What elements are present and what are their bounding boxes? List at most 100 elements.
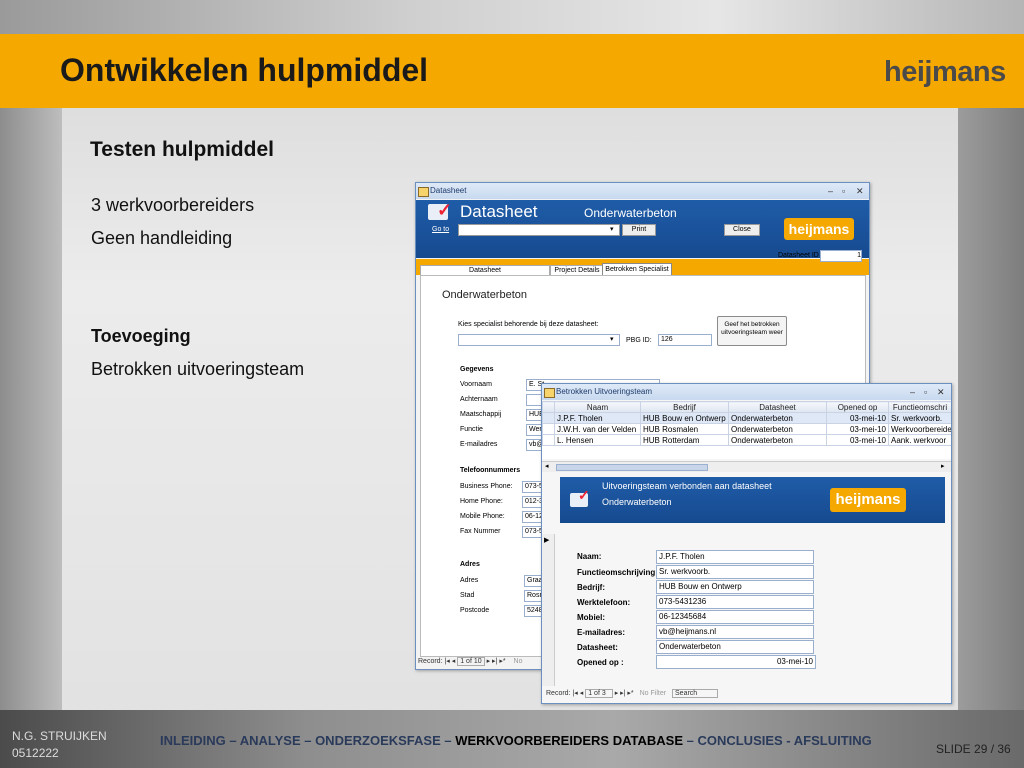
heijmans-logo: heijmans: [884, 56, 1006, 88]
col-opened-op[interactable]: Opened op: [826, 401, 889, 413]
cell[interactable]: HUB Bouw en Ontwerp: [640, 412, 729, 424]
field-werktelefoon[interactable]: 073-5431236: [656, 595, 814, 609]
checkmark-icon: ✓: [578, 487, 590, 503]
addition-text: Betrokken uitvoeringsteam: [91, 359, 305, 379]
cell[interactable]: Aank. werkvoor: [888, 434, 951, 446]
label-adres: Adres: [460, 577, 479, 584]
team-window-title: Betrokken Uitvoeringsteam: [556, 387, 653, 396]
field-emailadres[interactable]: vb@heijmans.nl: [656, 625, 814, 639]
row-selector[interactable]: [542, 434, 555, 446]
give-team-button[interactable]: Geef het betrokken uitvoeringsteam weer: [717, 316, 787, 346]
print-label: Print: [631, 226, 647, 233]
label-stad: Stad: [460, 592, 475, 599]
cell[interactable]: Onderwaterbeton: [728, 434, 827, 446]
label-opened-op: Opened op :: [577, 658, 624, 667]
cell[interactable]: J.W.H. van der Velden: [554, 423, 641, 435]
cell[interactable]: Onderwaterbeton: [728, 412, 827, 424]
maximize-icon[interactable]: ▫: [842, 183, 845, 199]
field-opened-op[interactable]: 03-mei-10: [656, 655, 816, 669]
cell[interactable]: L. Hensen: [554, 434, 641, 446]
checkmark-icon: ✓: [437, 200, 453, 220]
label-bedrijf: Bedrijf:: [577, 583, 605, 592]
close-icon[interactable]: ✕: [856, 183, 864, 199]
nofilter-label[interactable]: No: [514, 658, 523, 665]
heijmans-logo-small: heijmans: [830, 488, 906, 512]
heijmans-logo-small: heijmans: [784, 218, 854, 240]
datasheet-id-field[interactable]: 1: [820, 250, 862, 262]
col-naam[interactable]: Naam: [554, 401, 641, 413]
field-functieomschrijving[interactable]: Sr. werkvoorb.: [656, 565, 814, 579]
pbg-label: PBG ID:: [626, 337, 652, 344]
minimize-icon[interactable]: –: [910, 384, 915, 400]
cell[interactable]: HUB Rosmalen: [640, 423, 729, 435]
nav-before: INLEIDING – ANALYSE – ONDERZOEKSFASE –: [160, 733, 452, 748]
maximize-icon[interactable]: ▫: [924, 384, 927, 400]
addition-heading: Toevoeging: [91, 326, 191, 346]
group-telefoon: Telefoonnummers: [460, 467, 521, 474]
label-achternaam: Achternaam: [460, 396, 498, 403]
horizontal-scrollbar[interactable]: ◂ ▸: [542, 461, 951, 472]
table-row[interactable]: J.W.H. van der Velden HUB Rosmalen Onder…: [542, 423, 951, 435]
specialist-dropdown-icon[interactable]: ▾: [610, 335, 614, 343]
label-postcode: Postcode: [460, 607, 490, 614]
col-functie[interactable]: Functieomschri: [888, 401, 951, 413]
scroll-right-icon[interactable]: ▸: [941, 462, 945, 470]
record-navigator: Record: |◂ ◂ 1 of 3 ▸ ▸| ▸* No Filter Se…: [546, 689, 946, 698]
close-icon[interactable]: ✕: [937, 384, 945, 400]
form-title: Onderwaterbeton: [442, 289, 527, 301]
next-record-icon[interactable]: ▸ ▸| ▸*: [487, 658, 508, 665]
minimize-icon[interactable]: –: [828, 183, 833, 199]
slide-title: Ontwikkelen hulpmiddel: [60, 52, 429, 88]
scroll-thumb[interactable]: [556, 464, 708, 471]
datasheet-header: ✓ Datasheet Onderwaterbeton Go to ▾ Prin…: [416, 200, 869, 258]
cell[interactable]: Werkvoorbereider: [888, 423, 951, 435]
nofilter-label[interactable]: No Filter: [640, 690, 666, 697]
cell[interactable]: Sr. werkvoorb.: [888, 412, 951, 424]
scroll-left-icon[interactable]: ◂: [545, 462, 549, 470]
banner-title: Uitvoeringsteam verbonden aan datasheet: [602, 481, 772, 491]
form-icon: [544, 388, 555, 398]
pbg-field[interactable]: 126: [658, 334, 712, 346]
goto-select[interactable]: [458, 224, 620, 236]
datasheet-window-titlebar: Datasheet – ▫ ✕: [416, 183, 869, 199]
team-grid: Naam Bedrijf Datasheet Opened op Functie…: [542, 401, 951, 459]
field-bedrijf[interactable]: HUB Bouw en Ontwerp: [656, 580, 814, 594]
label-email: E-mailadres: [460, 441, 498, 448]
field-datasheet[interactable]: Onderwaterbeton: [656, 640, 814, 654]
record-selector-strip: ▶: [542, 534, 555, 686]
first-record-icon[interactable]: |◂ ◂: [444, 658, 457, 665]
record-position[interactable]: 1 of 10: [457, 657, 485, 666]
window-title: Datasheet: [430, 186, 467, 195]
record-label: Record:: [546, 690, 571, 697]
cell[interactable]: Onderwaterbeton: [728, 423, 827, 435]
cell[interactable]: J.P.F. Tholen: [554, 412, 641, 424]
specialist-select[interactable]: [458, 334, 620, 346]
right-strip: [958, 108, 1024, 710]
record-label: Record:: [418, 658, 443, 665]
field-naam[interactable]: J.P.F. Tholen: [656, 550, 814, 564]
search-box[interactable]: Search: [672, 689, 719, 698]
cell[interactable]: HUB Rotterdam: [640, 434, 729, 446]
goto-dropdown-icon[interactable]: ▾: [610, 225, 614, 233]
label-business-phone: Business Phone:: [460, 483, 513, 490]
print-button[interactable]: Print: [622, 224, 656, 236]
label-datasheet: Datasheet:: [577, 643, 618, 652]
row-selector[interactable]: [542, 412, 555, 424]
table-row[interactable]: L. Hensen HUB Rotterdam Onderwaterbeton …: [542, 434, 951, 446]
label-maatschappij: Maatschappij: [460, 411, 502, 418]
row-selector[interactable]: [542, 423, 555, 435]
cell[interactable]: 03-mei-10: [826, 423, 889, 435]
col-bedrijf[interactable]: Bedrijf: [640, 401, 729, 413]
field-mobiel[interactable]: 06-12345684: [656, 610, 814, 624]
form-icon: [418, 187, 429, 197]
next-record-icon[interactable]: ▸ ▸| ▸*: [615, 690, 636, 697]
record-position[interactable]: 1 of 3: [585, 689, 613, 698]
close-button[interactable]: Close: [724, 224, 760, 236]
bullet-line-1: 3 werkvoorbereiders: [91, 195, 255, 215]
table-row[interactable]: J.P.F. Tholen HUB Bouw en Ontwerp Onderw…: [542, 412, 951, 424]
author-name: N.G. STRUIJKEN: [12, 729, 107, 743]
cell[interactable]: 03-mei-10: [826, 434, 889, 446]
col-datasheet[interactable]: Datasheet: [728, 401, 827, 413]
first-record-icon[interactable]: |◂ ◂: [572, 690, 585, 697]
cell[interactable]: 03-mei-10: [826, 412, 889, 424]
